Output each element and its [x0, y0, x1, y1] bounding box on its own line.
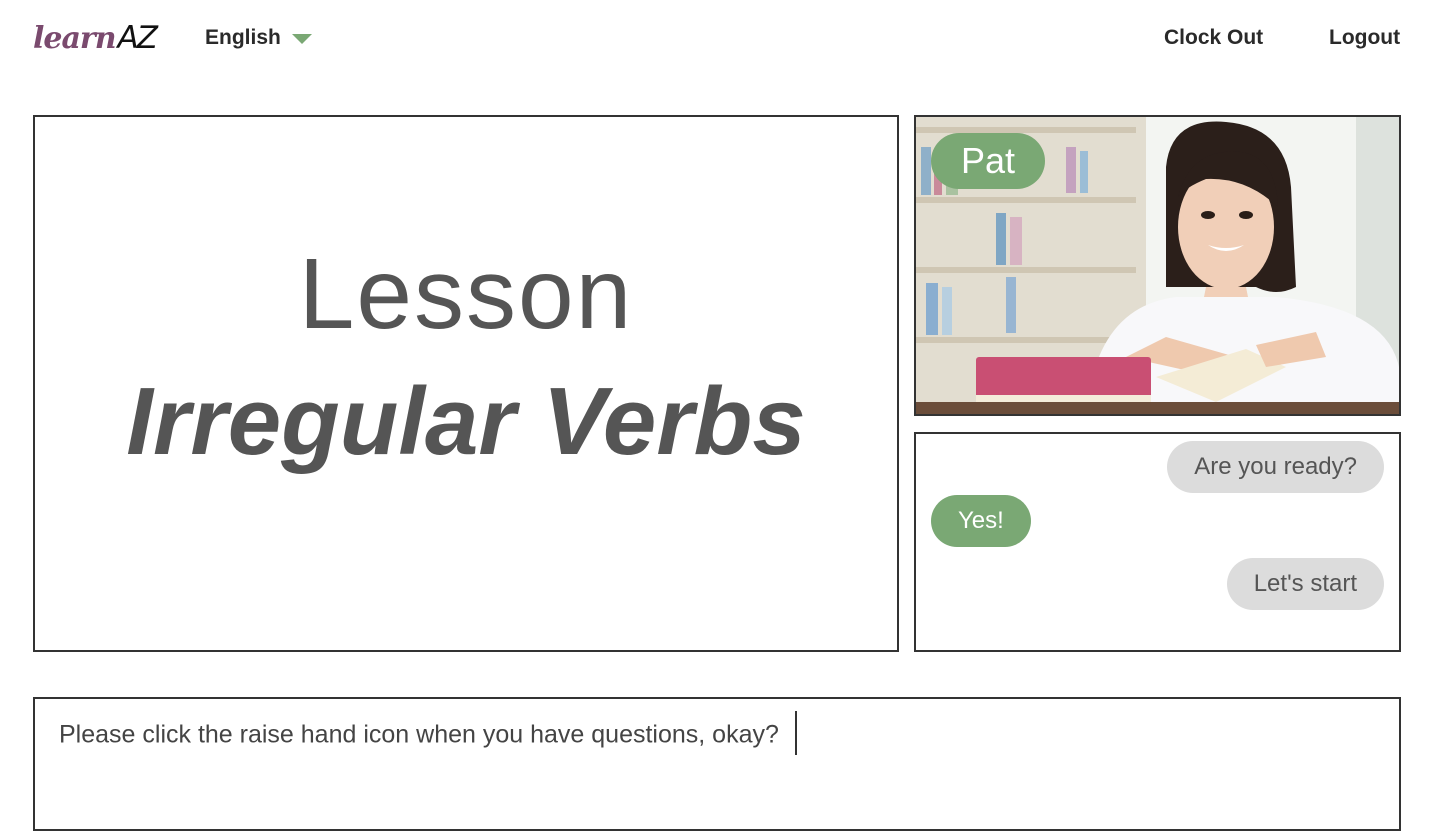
learnaz-logo[interactable]: learn AZ — [33, 16, 158, 56]
language-label: English — [205, 26, 281, 49]
message-input-value: Please click the raise hand icon when yo… — [59, 720, 779, 749]
lesson-panel: Lesson Irregular Verbs — [33, 115, 899, 652]
video-panel: Pat — [914, 115, 1401, 416]
text-cursor — [794, 711, 797, 755]
language-selector[interactable]: English — [205, 26, 312, 50]
chevron-down-icon — [291, 34, 312, 44]
logo-az-text: AZ — [117, 20, 158, 56]
logo-learn-text: learn — [33, 21, 117, 56]
message-input[interactable]: Please click the raise hand icon when yo… — [33, 697, 1401, 831]
lesson-title: Irregular Verbs — [126, 368, 806, 475]
lesson-label: Lesson — [298, 238, 634, 350]
top-bar: learn AZ English Clock Out Logout — [0, 0, 1440, 80]
message-input-text: Please click the raise hand icon when yo… — [59, 711, 797, 755]
logout-link[interactable]: Logout — [1329, 26, 1400, 50]
participant-name-badge: Pat — [931, 133, 1046, 189]
chat-message: Let's start — [1226, 558, 1384, 610]
chat-message: Are you ready? — [1167, 441, 1384, 493]
chat-message: Yes! — [931, 495, 1031, 547]
clock-out-link[interactable]: Clock Out — [1164, 26, 1263, 50]
chat-panel: Are you ready? Yes! Let's start — [914, 432, 1401, 652]
